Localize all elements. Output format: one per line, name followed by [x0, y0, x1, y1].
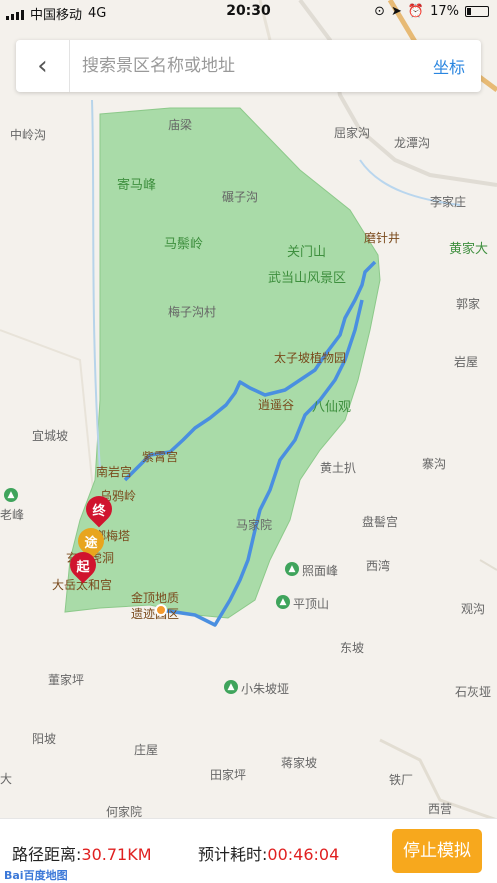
start-marker-pin[interactable]: 起 [64, 546, 102, 586]
map-label: 西湾 [366, 559, 391, 573]
map-label: 大 [0, 772, 13, 786]
current-position-dot [155, 604, 167, 616]
map-label: 太子坡植物园 [274, 351, 347, 365]
map-label: 紫霄宫 [142, 450, 179, 464]
distance-label: 路径距离: [12, 845, 82, 864]
mountain-icon: ▲ [285, 562, 299, 576]
map-label: 平顶山 [293, 597, 330, 611]
map-label: 岩屋 [454, 355, 479, 369]
map-label: 龙潭沟 [394, 136, 431, 150]
map-label: 庄屋 [134, 743, 159, 757]
map-label: 宜城坡 [32, 429, 69, 443]
coordinate-button[interactable]: 坐标 [417, 54, 481, 78]
map-label: 蒋家坡 [281, 756, 318, 770]
battery-percent: 17% [430, 4, 459, 19]
map-label: 屈家沟 [334, 126, 371, 140]
map-label: 寄马峰 [117, 178, 157, 193]
map-label: 马家院 [236, 518, 273, 532]
map-label: 梅子沟村 [168, 305, 217, 319]
map-label: 中岭沟 [10, 128, 47, 142]
chevron-left-icon: ‹ [37, 51, 48, 81]
map-label: 李家庄 [430, 195, 467, 209]
baidu-logo: Bai百度地图 [4, 869, 68, 882]
map-label: 逍遥谷 [258, 398, 295, 412]
battery-icon [465, 6, 489, 17]
search-input[interactable] [70, 56, 417, 76]
alarm-icon: ⏰ [407, 4, 425, 19]
map-label: 金顶地质 [131, 591, 180, 605]
bottom-bar: 路径距离:30.71KM 预计耗时:00:46:04 停止模拟 Bai百度地图 [0, 818, 497, 883]
lock-rotation-icon: ⊙ [374, 4, 385, 19]
map-label: 小朱坡垭 [241, 682, 290, 696]
map-label: 照面峰 [302, 564, 339, 578]
status-bar: 中国移动 4G 20:30 ⊙ ➤ ⏰ 17% [0, 0, 497, 26]
map-label: 郭家 [456, 297, 481, 311]
search-card: ‹ 坐标 [16, 40, 481, 92]
route-distance: 路径距离:30.71KM [12, 841, 152, 865]
end-marker-pin[interactable]: 终 [80, 490, 118, 530]
stop-simulation-button[interactable]: 停止模拟 [392, 829, 482, 873]
distance-value: 30.71KM [81, 845, 152, 864]
map-label: 马鬃岭 [164, 237, 204, 252]
map-label: 盘髻宫 [362, 515, 399, 529]
map-label: 磨针井 [364, 231, 401, 245]
map-label: 东坡 [340, 641, 365, 655]
map-label: 董家坪 [48, 673, 85, 687]
map-canvas[interactable]: 庙梁 屈家沟 中岭沟 龙潭沟 寄马峰 碾子沟 李家庄 马鬃岭 关门山 磨针井 黄… [0, 0, 497, 883]
estimated-time: 预计耗时:00:46:04 [198, 841, 339, 865]
mountain-icon: ▲ [4, 488, 18, 502]
map-label: 八仙观 [312, 400, 352, 415]
mountain-icon: ▲ [276, 595, 290, 609]
map-label: 西营 [428, 802, 453, 816]
map-label: 庙梁 [168, 118, 193, 132]
map-label: 南岩宫 [96, 465, 133, 479]
map-label: 黄土扒 [320, 461, 357, 475]
map-label: 武当山风景区 [268, 271, 347, 286]
time-value: 00:46:04 [267, 845, 340, 864]
map-label: 寨沟 [422, 457, 447, 471]
map-label: 阳坡 [32, 732, 57, 746]
map-label: 石灰垭 [455, 685, 492, 699]
map-label: 碾子沟 [222, 190, 259, 204]
time-label: 预计耗时: [198, 845, 268, 864]
location-arrow-icon: ➤ [391, 4, 402, 19]
map-base [0, 0, 497, 822]
map-label: 观沟 [461, 602, 486, 616]
back-button[interactable]: ‹ [16, 40, 70, 92]
map-label: 铁厂 [389, 773, 414, 787]
mountain-icon: ▲ [224, 680, 238, 694]
map-label: 黄家大 [449, 242, 489, 257]
map-label: 老峰 [0, 508, 25, 522]
map-label: 田家坪 [210, 768, 247, 782]
map-label: 关门山 [287, 245, 327, 260]
